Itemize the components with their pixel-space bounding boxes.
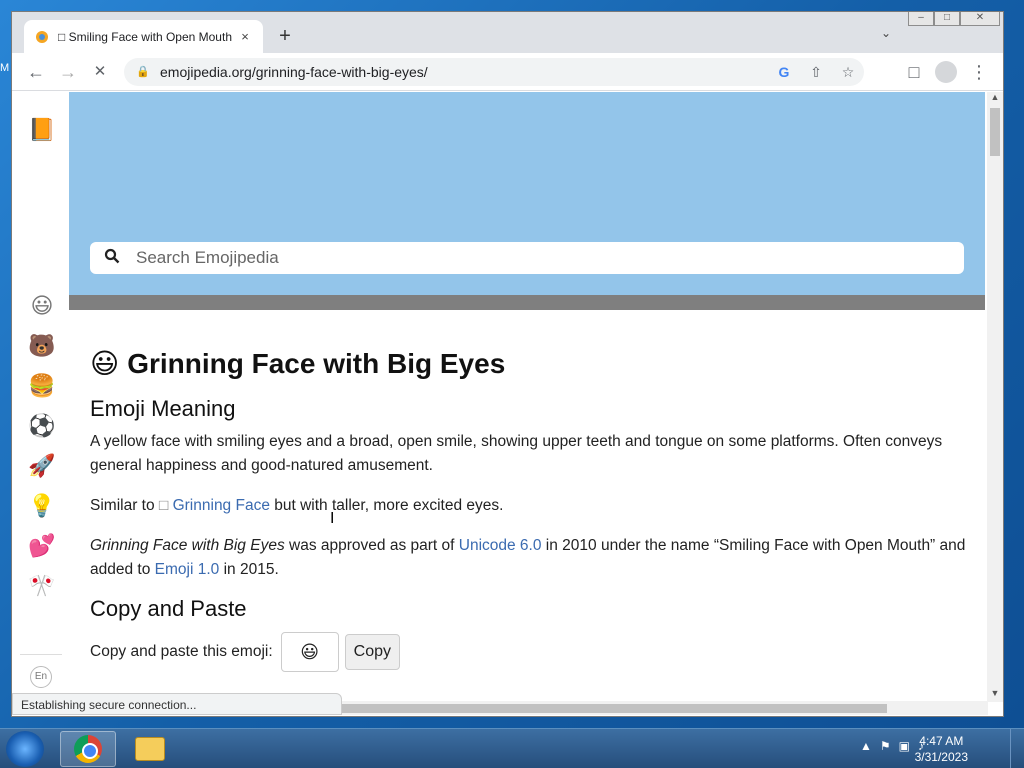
forward-button[interactable]: → bbox=[57, 61, 79, 83]
copy-emoji-field[interactable]: 😃 bbox=[280, 632, 339, 672]
meaning-heading: Emoji Meaning bbox=[90, 396, 236, 421]
title-emoji: 😃 bbox=[90, 348, 120, 379]
window-controls: – □ ✕ bbox=[908, 12, 1000, 26]
history-paragraph: Grinning Face with Big Eyes was approved… bbox=[90, 534, 970, 582]
taskbar-chrome[interactable] bbox=[60, 731, 116, 767]
url-text: emojipedia.org/grinning-face-with-big-ey… bbox=[160, 64, 428, 80]
profile-avatar[interactable] bbox=[935, 61, 957, 83]
page-content: 📙 😃 🐻 🍔 ⚽ 🚀 💡 💕 🎌 En Search Emojipedia 😃… bbox=[12, 92, 989, 702]
history-text-3: in 2015. bbox=[219, 561, 279, 578]
clock-time: 4:47 AM bbox=[919, 734, 964, 748]
clock-date: 3/31/2023 bbox=[914, 750, 968, 764]
address-bar[interactable]: 🔒 emojipedia.org/grinning-face-with-big-… bbox=[124, 58, 864, 86]
similar-suffix: but with taller, more excited eyes. bbox=[269, 497, 504, 514]
missing-glyph-icon: □ bbox=[158, 497, 169, 514]
back-button[interactable]: ← bbox=[25, 61, 47, 83]
tab-close-icon[interactable]: × bbox=[237, 29, 253, 45]
hscroll-thumb[interactable] bbox=[342, 704, 887, 713]
sidebar-divider bbox=[20, 654, 62, 655]
browser-window: □ Smiling Face with Open Mouth × + ⌄ – □… bbox=[11, 11, 1004, 717]
side-panel-icon[interactable]: □ bbox=[903, 61, 925, 83]
emojipedia-favicon-icon bbox=[34, 29, 50, 45]
copy-button[interactable]: Copy bbox=[344, 634, 401, 670]
share-icon[interactable]: ⇧ bbox=[806, 62, 826, 82]
lock-icon[interactable]: 🔒 bbox=[136, 65, 150, 79]
tab-search-icon[interactable]: ⌄ bbox=[876, 26, 896, 46]
similar-prefix: Similar to bbox=[90, 497, 159, 514]
stop-loading-button[interactable]: ✕ bbox=[89, 61, 111, 83]
maximize-button[interactable]: □ bbox=[934, 12, 960, 26]
copy-label: Copy and paste this emoji: bbox=[90, 643, 273, 660]
scroll-down-icon[interactable]: ▼ bbox=[987, 688, 1003, 702]
taskbar: ▲ ⚑ ▣ ♪ 4:47 AM 3/31/2023 bbox=[0, 728, 1024, 768]
action-center-icon[interactable]: ⚑ bbox=[880, 739, 891, 753]
travel-category-icon[interactable]: 🚀 bbox=[28, 452, 56, 480]
title-text: Grinning Face with Big Eyes bbox=[127, 347, 506, 379]
nav-divider-bar bbox=[69, 295, 985, 310]
vertical-scrollbar[interactable]: ▲ ▼ bbox=[987, 92, 1003, 702]
flags-category-icon[interactable]: 🎌 bbox=[28, 572, 56, 600]
bookmark-star-icon[interactable]: ☆ bbox=[838, 62, 858, 82]
clock[interactable]: 4:47 AM 3/31/2023 bbox=[915, 733, 968, 765]
scroll-up-icon[interactable]: ▲ bbox=[987, 92, 1003, 106]
folder-icon bbox=[135, 737, 165, 761]
show-desktop-button[interactable] bbox=[1010, 729, 1024, 768]
objects-category-icon[interactable]: 💡 bbox=[28, 492, 56, 520]
browser-toolbar: ← → ✕ 🔒 emojipedia.org/grinning-face-wit… bbox=[12, 53, 1003, 91]
scroll-thumb[interactable] bbox=[990, 108, 1000, 156]
close-window-button[interactable]: ✕ bbox=[960, 12, 1000, 26]
emojipedia-logo-icon[interactable]: 📙 bbox=[28, 116, 56, 144]
similar-paragraph: Similar to □ Grinning Face but with tall… bbox=[90, 494, 970, 518]
tab-strip: □ Smiling Face with Open Mouth × + ⌄ – □… bbox=[12, 12, 1003, 54]
history-text-1: was approved as part of bbox=[284, 537, 459, 554]
grinning-face-link[interactable]: Grinning Face bbox=[173, 497, 270, 514]
google-translate-icon[interactable]: G bbox=[774, 62, 794, 82]
tray-expand-icon[interactable]: ▲ bbox=[860, 739, 872, 753]
emoji-version-link[interactable]: Emoji 1.0 bbox=[155, 561, 220, 578]
tab-title: □ Smiling Face with Open Mouth bbox=[58, 30, 232, 44]
category-sidebar: 📙 😃 🐻 🍔 ⚽ 🚀 💡 💕 🎌 En bbox=[12, 92, 69, 702]
language-selector[interactable]: En bbox=[30, 666, 52, 688]
chrome-icon bbox=[74, 735, 102, 763]
status-bar: Establishing secure connection... bbox=[12, 693, 342, 715]
symbols-category-icon[interactable]: 💕 bbox=[28, 532, 56, 560]
page-title: 😃 Grinning Face with Big Eyes bbox=[90, 347, 970, 380]
activities-category-icon[interactable]: ⚽ bbox=[28, 412, 56, 440]
taskbar-explorer[interactable] bbox=[122, 731, 178, 767]
search-input[interactable]: Search Emojipedia bbox=[90, 242, 964, 274]
history-italic: Grinning Face with Big Eyes bbox=[90, 537, 285, 554]
menu-icon[interactable]: ⋮ bbox=[968, 61, 990, 83]
search-icon bbox=[104, 248, 124, 269]
omnibox-actions: G ⇧ ☆ bbox=[774, 62, 858, 82]
smileys-category-icon[interactable]: 😃 bbox=[28, 292, 56, 320]
horizontal-scrollbar[interactable] bbox=[342, 701, 988, 715]
text-cursor-icon: I bbox=[330, 510, 335, 527]
food-category-icon[interactable]: 🍔 bbox=[28, 372, 56, 400]
hero-banner: Search Emojipedia bbox=[69, 92, 985, 295]
article: 😃 Grinning Face with Big Eyes Emoji Mean… bbox=[90, 347, 970, 672]
copy-row: Copy and paste this emoji: 😃 Copy bbox=[90, 632, 970, 672]
network-icon[interactable]: ▣ bbox=[899, 739, 910, 753]
minimize-button[interactable]: – bbox=[908, 12, 934, 26]
search-placeholder: Search Emojipedia bbox=[136, 248, 279, 267]
animals-category-icon[interactable]: 🐻 bbox=[28, 332, 56, 360]
start-button[interactable] bbox=[6, 731, 44, 767]
unicode-link[interactable]: Unicode 6.0 bbox=[459, 537, 542, 554]
meaning-text: A yellow face with smiling eyes and a br… bbox=[90, 433, 943, 474]
tab-active[interactable]: □ Smiling Face with Open Mouth × bbox=[24, 20, 263, 54]
new-tab-button[interactable]: + bbox=[274, 25, 296, 47]
copy-heading: Copy and Paste bbox=[90, 596, 247, 621]
